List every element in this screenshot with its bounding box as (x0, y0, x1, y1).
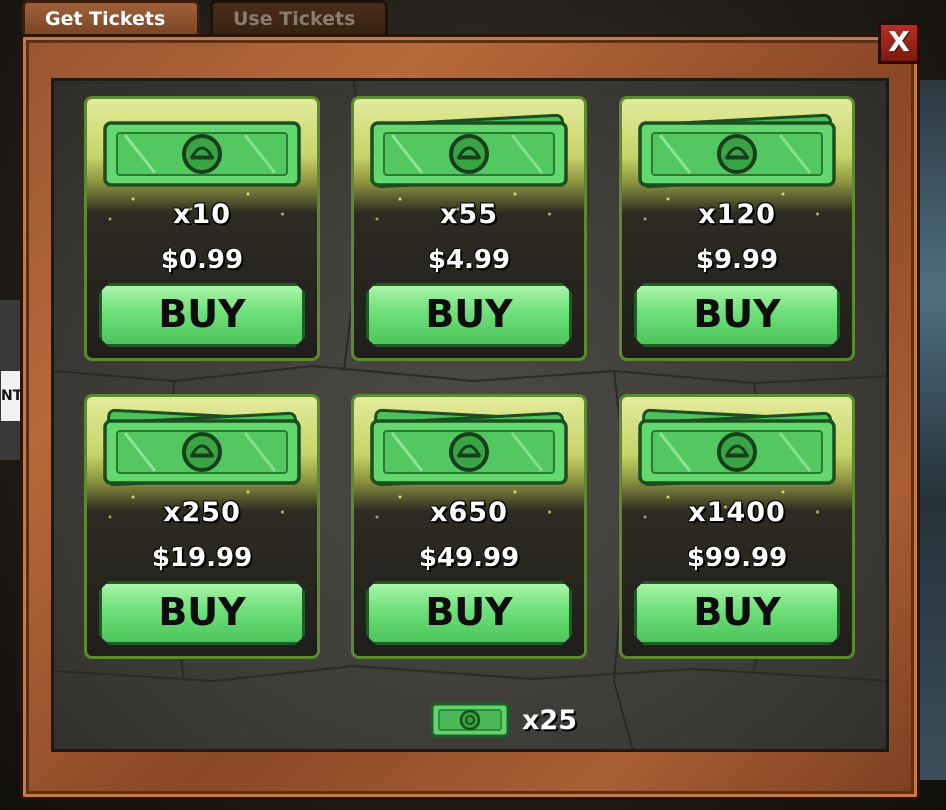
buy-button[interactable]: BUY (634, 581, 840, 645)
ticket-pack-card: x650 $49.99 BUY (351, 394, 587, 659)
tab-get-tickets[interactable]: Get Tickets (22, 0, 200, 36)
pack-price: $99.99 (686, 543, 788, 573)
tab-use-tickets[interactable]: Use Tickets (210, 0, 388, 36)
pack-quantity: x120 (698, 199, 776, 230)
pack-quantity: x55 (440, 199, 498, 230)
pack-price: $0.99 (160, 245, 244, 275)
ticket-pack-card: x250 $19.99 BUY (84, 394, 320, 659)
ticket-stack-icon (630, 407, 844, 493)
ticket-stack-icon (95, 109, 309, 195)
pack-quantity: x10 (173, 199, 231, 230)
ticket-stack-icon (362, 109, 576, 195)
pack-quantity: x1400 (688, 497, 786, 528)
pack-price: $19.99 (151, 543, 253, 573)
ticket-pack-card: x55 $4.99 BUY (351, 96, 587, 361)
background-panel-right (920, 80, 946, 780)
buy-button[interactable]: BUY (99, 581, 305, 645)
ticket-balance-count: x25 (522, 704, 577, 736)
ticket-pack-card: x10 $0.99 BUY (84, 96, 320, 361)
background-label: NT (0, 370, 22, 422)
ticket-icon (430, 702, 510, 738)
pack-price: $9.99 (695, 245, 779, 275)
pack-price: $4.99 (427, 245, 511, 275)
ticket-balance: x25 (430, 700, 577, 740)
close-button[interactable]: X (878, 22, 920, 64)
ticket-stack-icon (362, 407, 576, 493)
ticket-pack-card: x1400 $99.99 BUY (619, 394, 855, 659)
ticket-stack-icon (95, 407, 309, 493)
pack-quantity: x650 (430, 497, 508, 528)
buy-button[interactable]: BUY (366, 283, 572, 347)
ticket-pack-card: x120 $9.99 BUY (619, 96, 855, 361)
ticket-stack-icon (630, 109, 844, 195)
pack-price: $49.99 (418, 543, 520, 573)
buy-button[interactable]: BUY (634, 283, 840, 347)
buy-button[interactable]: BUY (366, 581, 572, 645)
buy-button[interactable]: BUY (99, 283, 305, 347)
pack-quantity: x250 (163, 497, 241, 528)
ticket-shop-screen: NT Get Tickets Use Tickets X x10 $0.99 B… (0, 0, 946, 810)
